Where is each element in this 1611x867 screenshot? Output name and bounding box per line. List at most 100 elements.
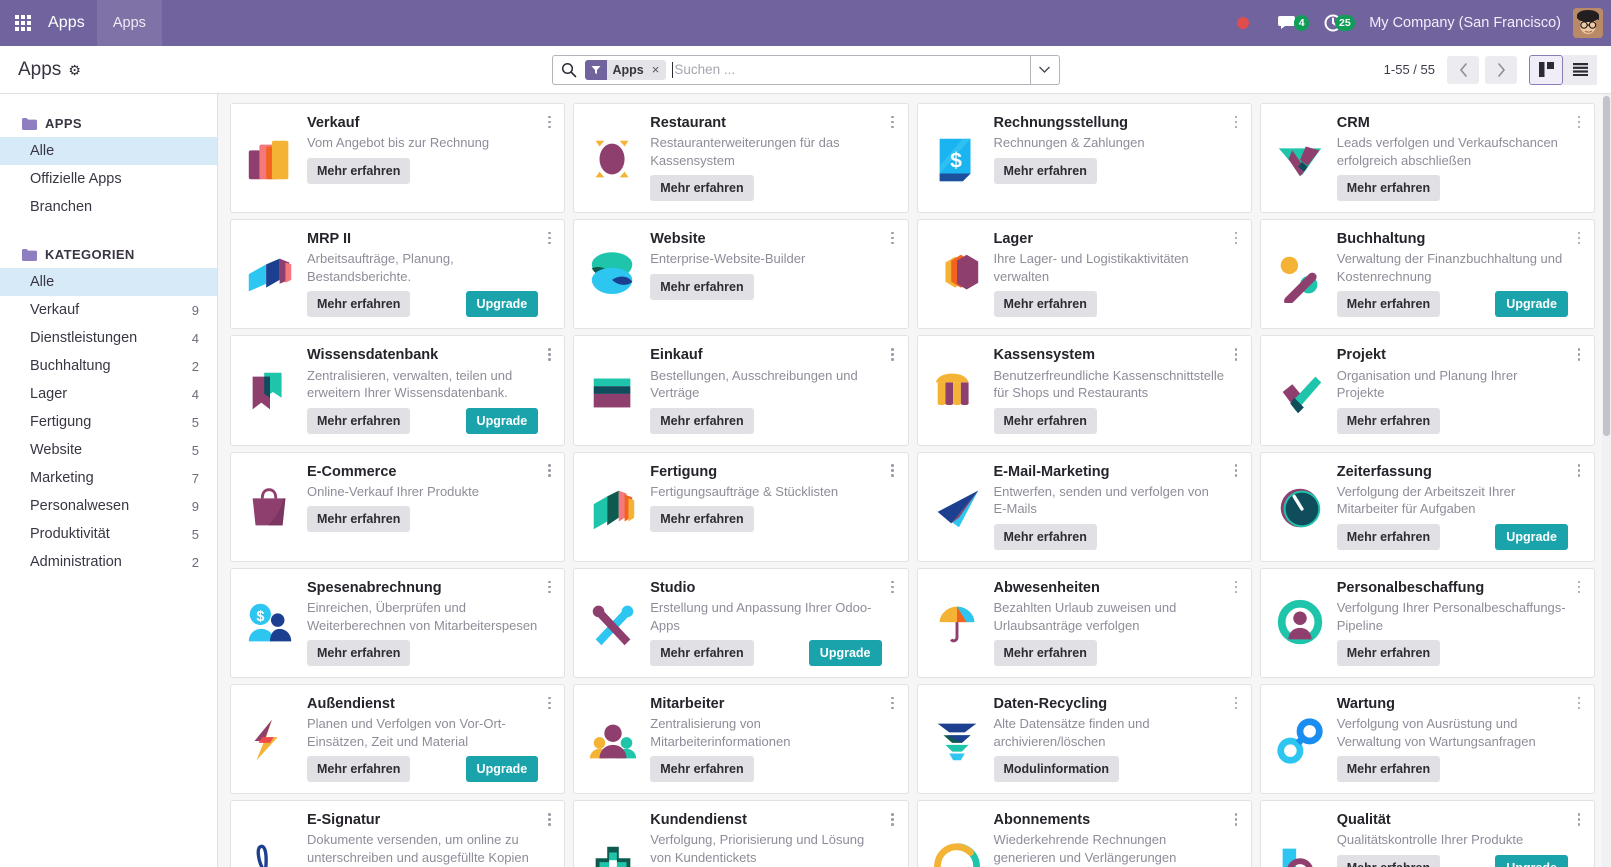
- sidebar-item-administration[interactable]: Administration 2: [0, 548, 217, 576]
- activities-button[interactable]: 25: [1311, 13, 1357, 33]
- app-card[interactable]: $ Rechnungsstellung Rechnungen & Zahlungen…: [916, 103, 1252, 214]
- learn-more-button[interactable]: Mehr erfahren: [993, 523, 1097, 550]
- sidebar-item-alle[interactable]: Alle: [0, 268, 217, 296]
- upgrade-button[interactable]: Upgrade: [465, 756, 539, 783]
- card-options-menu-icon[interactable]: [1230, 693, 1242, 713]
- search-facet-apps[interactable]: Apps ×: [584, 59, 667, 80]
- search-input[interactable]: [672, 56, 1030, 83]
- upgrade-button[interactable]: Upgrade: [1495, 523, 1568, 550]
- upgrade-button[interactable]: Upgrade: [1495, 291, 1568, 318]
- sidebar-item-website[interactable]: Website 5: [0, 436, 217, 464]
- learn-more-button[interactable]: Mehr erfahren: [1336, 523, 1441, 550]
- upgrade-button[interactable]: Upgrade: [1495, 854, 1568, 867]
- sidebar-item-offizielle-apps[interactable]: Offizielle Apps: [0, 165, 217, 193]
- card-options-menu-icon[interactable]: [1230, 112, 1242, 132]
- learn-more-button[interactable]: Mehr erfahren: [993, 157, 1097, 184]
- card-options-menu-icon[interactable]: [1230, 228, 1242, 248]
- sidebar-item-dienstleistungen[interactable]: Dienstleistungen 4: [0, 324, 217, 352]
- card-options-menu-icon[interactable]: [887, 228, 899, 248]
- card-options-menu-icon[interactable]: [887, 809, 899, 829]
- card-options-menu-icon[interactable]: [887, 577, 899, 597]
- sidebar-item-fertigung[interactable]: Fertigung 5: [0, 408, 217, 436]
- search-dropdown-toggle[interactable]: [1029, 54, 1060, 85]
- learn-more-button[interactable]: Modulinformation: [993, 756, 1120, 783]
- sidebar-item-personalwesen[interactable]: Personalwesen 9: [0, 492, 217, 520]
- card-options-menu-icon[interactable]: [543, 809, 555, 829]
- card-options-menu-icon[interactable]: [543, 344, 555, 364]
- sidebar-item-produktivit-t[interactable]: Produktivität 5: [0, 520, 217, 548]
- app-card[interactable]: Buchhaltung Verwaltung der Finanzbuchhalt…: [1259, 219, 1595, 330]
- card-options-menu-icon[interactable]: [1573, 112, 1585, 132]
- learn-more-button[interactable]: Mehr erfahren: [650, 273, 754, 300]
- card-options-menu-icon[interactable]: [887, 112, 899, 132]
- app-card[interactable]: E-Mail-Marketing Entwerfen, senden und ve…: [916, 451, 1252, 562]
- app-card[interactable]: Daten-Recycling Alte Datensätze finden un…: [916, 684, 1252, 795]
- learn-more-button[interactable]: Mehr erfahren: [650, 756, 754, 783]
- vertical-scrollbar-track[interactable]: [1602, 94, 1611, 867]
- card-options-menu-icon[interactable]: [1573, 344, 1585, 364]
- pager-range[interactable]: 1-55 / 55: [1384, 62, 1435, 77]
- navbar-menu-apps[interactable]: Apps: [96, 0, 162, 46]
- search-view[interactable]: Apps ×: [551, 54, 1030, 85]
- app-card[interactable]: Verkauf Vom Angebot bis zur Rechnung Mehr …: [230, 103, 566, 214]
- card-options-menu-icon[interactable]: [887, 693, 899, 713]
- learn-more-button[interactable]: Mehr erfahren: [1336, 407, 1441, 434]
- card-options-menu-icon[interactable]: [1573, 461, 1585, 481]
- messages-button[interactable]: 4: [1265, 13, 1311, 33]
- sidebar-item-alle[interactable]: Alle: [0, 137, 217, 165]
- app-card[interactable]: MRP II Arbeitsaufträge, Planung, Bestands…: [230, 219, 566, 330]
- card-options-menu-icon[interactable]: [887, 344, 899, 364]
- app-card[interactable]: Zeiterfassung Verfolgung der Arbeitszeit …: [1259, 451, 1595, 562]
- sidebar-item-verkauf[interactable]: Verkauf 9: [0, 296, 217, 324]
- app-card[interactable]: Wissensdatenbank Zentralisieren, verwalte…: [230, 335, 566, 446]
- app-card[interactable]: E-Signatur Dokumente versenden, um online…: [230, 800, 566, 867]
- app-card[interactable]: CRM Leads verfolgen und Verkaufschancen e…: [1259, 103, 1595, 214]
- learn-more-button[interactable]: Mehr erfahren: [993, 407, 1097, 434]
- card-options-menu-icon[interactable]: [1573, 577, 1585, 597]
- list-view-button[interactable]: [1563, 54, 1597, 85]
- app-card[interactable]: Außendienst Planen und Verfolgen von Vor-…: [230, 684, 566, 795]
- sidebar-item-marketing[interactable]: Marketing 7: [0, 464, 217, 492]
- app-card[interactable]: Wartung Verfolgung von Ausrüstung und Ver…: [1259, 684, 1595, 795]
- app-card[interactable]: Website Enterprise-Website-Builder Mehr er…: [573, 219, 909, 330]
- avatar[interactable]: [1573, 8, 1603, 38]
- gear-icon[interactable]: ⚙: [68, 63, 81, 77]
- learn-more-button[interactable]: Mehr erfahren: [307, 756, 411, 783]
- app-card[interactable]: Kundendienst Verfolgung, Priorisierung un…: [573, 800, 909, 867]
- card-options-menu-icon[interactable]: [1573, 809, 1585, 829]
- card-options-menu-icon[interactable]: [543, 112, 555, 132]
- upgrade-button[interactable]: Upgrade: [808, 640, 882, 667]
- learn-more-button[interactable]: Mehr erfahren: [1336, 756, 1441, 783]
- apps-grid-menu-button[interactable]: [0, 0, 46, 46]
- learn-more-button[interactable]: Mehr erfahren: [650, 407, 754, 434]
- close-icon[interactable]: ×: [649, 59, 667, 80]
- card-options-menu-icon[interactable]: [543, 228, 555, 248]
- app-card[interactable]: Personalbeschaffung Verfolgung Ihrer Pers…: [1259, 567, 1595, 679]
- learn-more-button[interactable]: Mehr erfahren: [1336, 640, 1441, 667]
- learn-more-button[interactable]: Mehr erfahren: [650, 640, 754, 667]
- learn-more-button[interactable]: Mehr erfahren: [1336, 175, 1441, 202]
- vertical-scrollbar-thumb[interactable]: [1603, 96, 1610, 436]
- card-options-menu-icon[interactable]: [1230, 461, 1242, 481]
- learn-more-button[interactable]: Mehr erfahren: [993, 640, 1097, 667]
- pager-previous-button[interactable]: [1447, 55, 1479, 84]
- pager-next-button[interactable]: [1485, 55, 1517, 84]
- learn-more-button[interactable]: Mehr erfahren: [1336, 854, 1441, 867]
- app-card[interactable]: Abonnements Wiederkehrende Rechnungen gen…: [916, 800, 1252, 867]
- card-options-menu-icon[interactable]: [543, 577, 555, 597]
- app-card[interactable]: Fertigung Fertigungsaufträge & Stückliste…: [573, 451, 909, 562]
- card-options-menu-icon[interactable]: [887, 461, 899, 481]
- card-options-menu-icon[interactable]: [543, 461, 555, 481]
- sidebar-item-buchhaltung[interactable]: Buchhaltung 2: [0, 352, 217, 380]
- learn-more-button[interactable]: Mehr erfahren: [307, 506, 411, 533]
- learn-more-button[interactable]: Mehr erfahren: [307, 291, 411, 318]
- app-card[interactable]: Lager Ihre Lager- und Logistikaktivitäten…: [916, 219, 1252, 330]
- learn-more-button[interactable]: Mehr erfahren: [1336, 291, 1441, 318]
- sidebar-item-lager[interactable]: Lager 4: [0, 380, 217, 408]
- card-options-menu-icon[interactable]: [1573, 228, 1585, 248]
- app-card[interactable]: Qualität Qualitätskontrolle Ihrer Produkt…: [1259, 800, 1595, 867]
- upgrade-button[interactable]: Upgrade: [465, 291, 539, 318]
- app-card[interactable]: Restaurant Restauranterweiterungen für da…: [573, 103, 909, 214]
- app-card[interactable]: Abwesenheiten Bezahlten Urlaub zuweisen u…: [916, 567, 1252, 679]
- sidebar-item-branchen[interactable]: Branchen: [0, 193, 217, 221]
